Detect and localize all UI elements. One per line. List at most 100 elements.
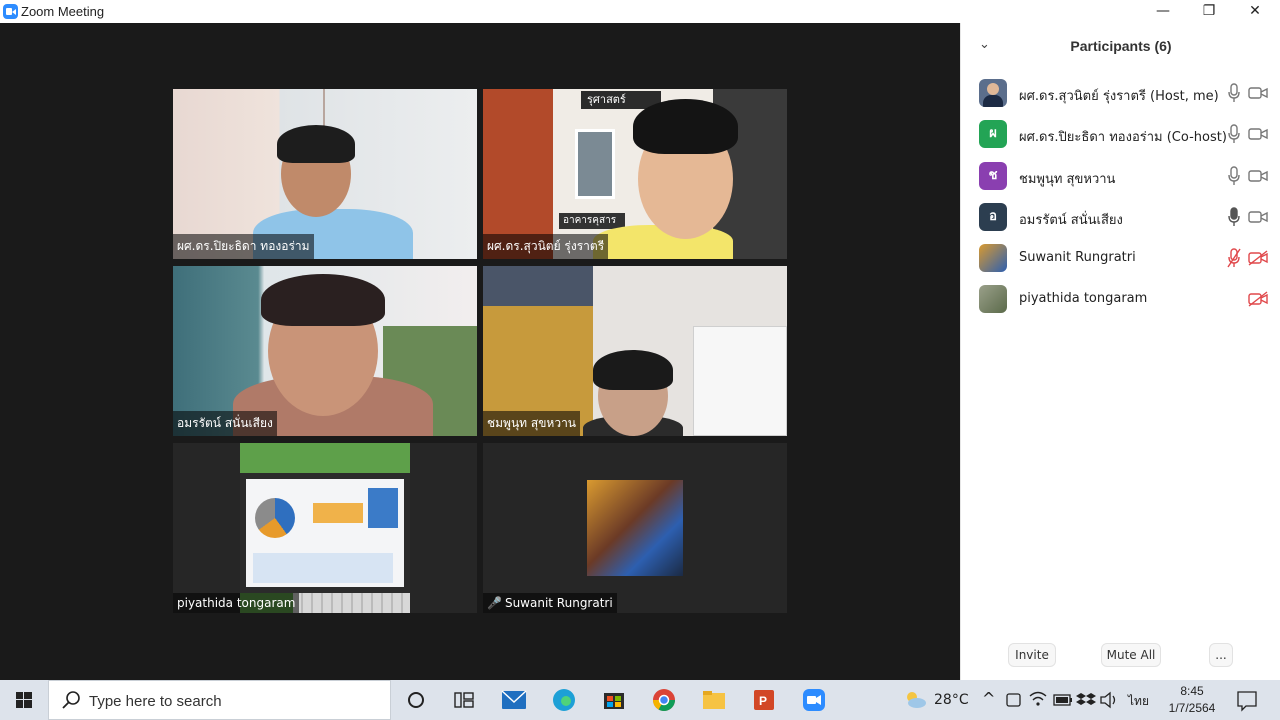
participants-header: ⌄ Participants (6) [961, 23, 1280, 69]
task-view-icon[interactable] [440, 680, 488, 720]
avatar: ช [979, 161, 1007, 190]
weather-icon[interactable] [900, 680, 930, 720]
battery-icon[interactable] [1052, 680, 1074, 720]
video-tile[interactable]: ผศ.ดร.ปิยะธิดา ทองอร่าม [173, 89, 477, 259]
video-background [483, 266, 593, 306]
participant-name-label: อมรรัตน์ สนั่นเสียง [173, 411, 277, 436]
participant-row[interactable]: ผศ.ดร.สุวนิตย์ รุ่งราตรี (Host, me) [961, 73, 1280, 114]
video-tile[interactable]: รุศาสตร์ อาคารคุสาร ผศ.ดร.สุวนิตย์ รุ่งร… [483, 89, 787, 259]
video-tile-active-speaker[interactable]: อมรรัตน์ สนั่นเสียง [173, 266, 477, 436]
mic-muted-icon[interactable] [1227, 248, 1241, 268]
restore-button[interactable]: ❐ [1186, 0, 1232, 23]
participants-footer: Invite Mute All ... [961, 643, 1280, 673]
participant-row[interactable]: piyathida tongaram [961, 279, 1280, 320]
participant-name: ผศ.ดร.ปิยะธิดา ทองอร่าม (Co-host) [1019, 130, 1227, 146]
avatar: อ [979, 202, 1007, 231]
participant-name-label: piyathida tongaram [173, 593, 300, 613]
pie-chart-thumbnail [255, 498, 295, 538]
participant-name: ชมพูนุท สุขหวาน [1019, 171, 1116, 187]
minimize-button[interactable]: — [1140, 0, 1186, 23]
edge-browser-icon[interactable] [540, 680, 588, 720]
powerpoint-icon[interactable]: P [740, 680, 788, 720]
zoom-app-icon [3, 4, 18, 19]
windows-taskbar: Type here to search P 28°C ^ ไทย 8:45 1/… [0, 680, 1280, 720]
building-text: อาคารคุสาร [559, 213, 625, 229]
mic-active-icon[interactable] [1227, 207, 1241, 227]
person-hair [277, 125, 355, 163]
participant-name: อมรรัตน์ สนั่นเสียง [1019, 212, 1123, 228]
video-camera-icon[interactable] [1248, 126, 1268, 142]
video-gallery: ผศ.ดร.ปิยะธิดา ทองอร่าม รุศาสตร์ อาคารคุ… [0, 23, 960, 680]
video-camera-icon[interactable] [1248, 85, 1268, 101]
participant-name: Suwanit Rungratri [1019, 250, 1136, 266]
chart-thumbnail [368, 488, 398, 528]
store-icon[interactable] [590, 680, 638, 720]
participant-name-text: Suwanit Rungratri [504, 596, 613, 610]
person-hair [633, 99, 738, 154]
participant-row[interactable]: ช ชมพูนุท สุขหวาน [961, 156, 1280, 197]
avatar: ผ [979, 120, 1007, 149]
chrome-icon[interactable] [640, 680, 688, 720]
video-camera-icon[interactable] [1248, 209, 1268, 225]
mic-icon[interactable] [1227, 124, 1241, 144]
file-explorer-icon[interactable] [690, 680, 738, 720]
video-tile[interactable]: ชมพูนุท สุขหวาน [483, 266, 787, 436]
participant-name-label: ชมพูนุท สุขหวาน [483, 411, 581, 436]
title-bar: Zoom Meeting — ❐ ✕ [0, 0, 1280, 23]
person-hair [261, 274, 385, 326]
avatar [979, 244, 1007, 273]
avatar [979, 285, 1007, 314]
more-options-button[interactable]: ... [1209, 643, 1233, 667]
wifi-icon[interactable] [1028, 680, 1048, 720]
mic-icon[interactable] [1227, 83, 1241, 103]
mail-icon[interactable] [490, 680, 538, 720]
svg-text:P: P [759, 694, 767, 708]
participant-name-label: ผศ.ดร.สุวนิตย์ รุ่งราตรี [483, 234, 609, 259]
chart-thumbnail [313, 503, 363, 523]
building-window [575, 129, 615, 199]
participant-name: piyathida tongaram [1019, 291, 1148, 307]
windows-start-icon[interactable] [0, 680, 48, 720]
participant-name-label: ผศ.ดร.ปิยะธิดา ทองอร่าม [173, 234, 314, 259]
clock-time: 8:45 [1180, 684, 1204, 698]
search-placeholder: Type here to search [89, 693, 222, 710]
chart-thumbnail [253, 553, 393, 583]
participant-row[interactable]: อ อมรรัตน์ สนั่นเสียง [961, 197, 1280, 238]
zoom-taskbar-icon[interactable] [790, 680, 838, 720]
notifications-icon[interactable] [1234, 680, 1260, 720]
participant-row[interactable]: Suwanit Rungratri [961, 238, 1280, 279]
input-language-indicator[interactable]: ไทย [1128, 692, 1149, 711]
video-camera-icon[interactable] [1248, 168, 1268, 184]
participants-title: Participants (6) [1070, 38, 1172, 54]
system-clock[interactable]: 8:45 1/7/2564 [1162, 683, 1222, 717]
door [693, 326, 787, 436]
volume-icon[interactable] [1098, 680, 1120, 720]
person-hair [593, 350, 673, 390]
show-hidden-icons-chevron-icon[interactable]: ^ [982, 689, 995, 708]
taskbar-search-box[interactable]: Type here to search [48, 680, 391, 720]
mute-all-button[interactable]: Mute All [1101, 643, 1161, 667]
cortana-icon[interactable] [392, 680, 440, 720]
profile-picture [587, 480, 683, 576]
participants-panel: ⌄ Participants (6) ผศ.ดร.สุวนิตย์ รุ่งรา… [960, 23, 1280, 680]
video-tile[interactable]: 🎤 Suwanit Rungratri [483, 443, 787, 613]
mic-icon[interactable] [1227, 165, 1241, 186]
close-button[interactable]: ✕ [1232, 0, 1278, 23]
participant-name-label: 🎤 Suwanit Rungratri [483, 593, 617, 613]
weather-temperature[interactable]: 28°C [934, 692, 969, 708]
laptop-keyboard [293, 593, 410, 613]
mic-muted-icon: 🎤 [487, 596, 502, 610]
participant-name: ผศ.ดร.สุวนิตย์ รุ่งราตรี (Host, me) [1019, 89, 1219, 104]
video-tile[interactable]: piyathida tongaram [173, 443, 477, 613]
window-title: Zoom Meeting [21, 4, 105, 19]
clock-date: 1/7/2564 [1168, 701, 1216, 715]
meet-now-icon[interactable] [1004, 680, 1024, 720]
participant-row[interactable]: ผ ผศ.ดร.ปิยะธิดา ทองอร่าม (Co-host) [961, 114, 1280, 155]
avatar [979, 79, 1007, 107]
invite-button[interactable]: Invite [1008, 643, 1056, 667]
participants-list: ผศ.ดร.สุวนิตย์ รุ่งราตรี (Host, me) ผ ผศ… [961, 73, 1280, 321]
video-off-icon[interactable] [1248, 250, 1268, 266]
video-off-icon[interactable] [1248, 291, 1268, 308]
search-icon [62, 691, 80, 709]
dropbox-icon[interactable] [1076, 680, 1096, 720]
